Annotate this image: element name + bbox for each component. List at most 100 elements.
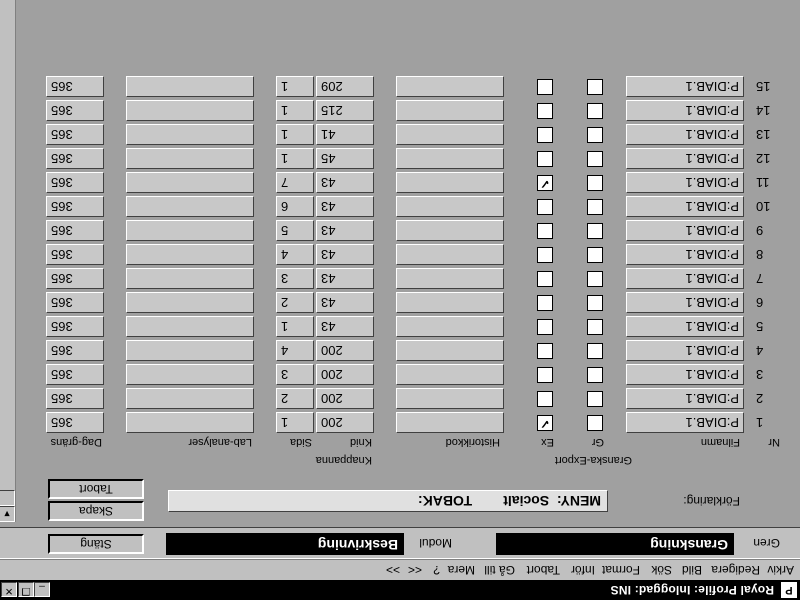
- gr-checkbox[interactable]: [587, 295, 603, 311]
- ex-checkbox-checked[interactable]: ✓: [537, 175, 553, 191]
- filnamn-cell[interactable]: P:DIAB.1: [626, 100, 744, 121]
- menu-ga-till[interactable]: Gå till: [484, 563, 515, 577]
- modul-field[interactable]: Beskrivning: [166, 533, 404, 555]
- lab-cell[interactable]: [126, 268, 254, 289]
- lab-cell[interactable]: [126, 388, 254, 409]
- lab-cell[interactable]: [126, 100, 254, 121]
- ex-checkbox[interactable]: [537, 343, 553, 359]
- filnamn-cell[interactable]: P:DIAB.1: [626, 172, 744, 193]
- sida-cell[interactable]: 2: [276, 388, 314, 409]
- gr-checkbox[interactable]: [587, 175, 603, 191]
- menu-help[interactable]: ?: [433, 563, 440, 577]
- historik-cell[interactable]: [396, 388, 504, 409]
- lab-cell[interactable]: [126, 292, 254, 313]
- sida-cell[interactable]: 1: [276, 100, 314, 121]
- sida-cell[interactable]: 4: [276, 244, 314, 265]
- menu-tabort[interactable]: Tabort: [527, 563, 560, 577]
- historik-cell[interactable]: [396, 340, 504, 361]
- gr-checkbox[interactable]: [587, 319, 603, 335]
- gr-checkbox[interactable]: [587, 127, 603, 143]
- lab-cell[interactable]: [126, 148, 254, 169]
- menu-next[interactable]: >>: [386, 563, 400, 577]
- gren-field[interactable]: Granskning: [496, 533, 734, 555]
- gr-checkbox[interactable]: [587, 223, 603, 239]
- knid-cell[interactable]: 43: [316, 268, 374, 289]
- menu-redigera[interactable]: Redigera: [711, 563, 760, 577]
- menu-infor[interactable]: Inför: [571, 563, 595, 577]
- historik-cell[interactable]: [396, 220, 504, 241]
- historik-cell[interactable]: [396, 244, 504, 265]
- sida-cell[interactable]: 1: [276, 148, 314, 169]
- gr-checkbox[interactable]: [587, 415, 603, 431]
- filnamn-cell[interactable]: P:DIAB.1: [626, 76, 744, 97]
- sida-cell[interactable]: 2: [276, 292, 314, 313]
- filnamn-cell[interactable]: P:DIAB.1: [626, 388, 744, 409]
- knid-cell[interactable]: 200: [316, 340, 374, 361]
- ex-checkbox[interactable]: [537, 319, 553, 335]
- menu-mera[interactable]: Mera: [448, 563, 475, 577]
- sida-cell[interactable]: 5: [276, 220, 314, 241]
- lab-cell[interactable]: [126, 220, 254, 241]
- skapa-button[interactable]: Skapa: [48, 501, 144, 521]
- knid-cell[interactable]: 43: [316, 244, 374, 265]
- gr-checkbox[interactable]: [587, 343, 603, 359]
- dag-cell[interactable]: 365: [46, 124, 104, 145]
- knid-cell[interactable]: 43: [316, 196, 374, 217]
- historik-cell[interactable]: [396, 364, 504, 385]
- lab-cell[interactable]: [126, 340, 254, 361]
- historik-cell[interactable]: [396, 412, 504, 433]
- dag-cell[interactable]: 365: [46, 364, 104, 385]
- knid-cell[interactable]: 43: [316, 220, 374, 241]
- menu-sok[interactable]: Sök: [651, 563, 672, 577]
- menu-arkiv[interactable]: Arkiv: [767, 563, 794, 577]
- historik-cell[interactable]: [396, 316, 504, 337]
- minimize-icon[interactable]: _: [34, 582, 50, 597]
- historik-cell[interactable]: [396, 124, 504, 145]
- sida-cell[interactable]: 1: [276, 76, 314, 97]
- lab-cell[interactable]: [126, 316, 254, 337]
- historik-cell[interactable]: [396, 196, 504, 217]
- dag-cell[interactable]: 365: [46, 292, 104, 313]
- dag-cell[interactable]: 365: [46, 76, 104, 97]
- ex-checkbox[interactable]: [537, 223, 553, 239]
- dag-cell[interactable]: 365: [46, 148, 104, 169]
- historik-cell[interactable]: [396, 100, 504, 121]
- gr-checkbox[interactable]: [587, 103, 603, 119]
- menu-bild[interactable]: Bild: [682, 563, 702, 577]
- lab-cell[interactable]: [126, 172, 254, 193]
- knid-cell[interactable]: 200: [316, 412, 374, 433]
- sida-cell[interactable]: 3: [276, 364, 314, 385]
- gr-checkbox[interactable]: [587, 367, 603, 383]
- vertical-scrollbar[interactable]: ▼: [0, 0, 16, 522]
- dag-cell[interactable]: 365: [46, 220, 104, 241]
- filnamn-cell[interactable]: P:DIAB.1: [626, 148, 744, 169]
- ex-checkbox[interactable]: [537, 199, 553, 215]
- sida-cell[interactable]: 1: [276, 124, 314, 145]
- filnamn-cell[interactable]: P:DIAB.1: [626, 292, 744, 313]
- ex-checkbox[interactable]: [537, 391, 553, 407]
- restore-icon[interactable]: ❐: [18, 582, 34, 597]
- lab-cell[interactable]: [126, 244, 254, 265]
- knid-cell[interactable]: 45: [316, 148, 374, 169]
- historik-cell[interactable]: [396, 76, 504, 97]
- filnamn-cell[interactable]: P:DIAB.1: [626, 268, 744, 289]
- scroll-thumb[interactable]: [0, 490, 15, 506]
- knid-cell[interactable]: 43: [316, 292, 374, 313]
- ex-checkbox[interactable]: [537, 247, 553, 263]
- gr-checkbox[interactable]: [587, 151, 603, 167]
- lab-cell[interactable]: [126, 76, 254, 97]
- filnamn-cell[interactable]: P:DIAB.1: [626, 340, 744, 361]
- menu-format[interactable]: Format: [602, 563, 640, 577]
- ex-checkbox[interactable]: [537, 151, 553, 167]
- ex-checkbox[interactable]: [537, 79, 553, 95]
- knid-cell[interactable]: 200: [316, 364, 374, 385]
- dag-cell[interactable]: 365: [46, 316, 104, 337]
- sida-cell[interactable]: 1: [276, 316, 314, 337]
- dag-cell[interactable]: 365: [46, 196, 104, 217]
- ex-checkbox[interactable]: [537, 367, 553, 383]
- ex-checkbox[interactable]: [537, 271, 553, 287]
- tabort-button[interactable]: Tabort: [48, 479, 144, 499]
- sida-cell[interactable]: 4: [276, 340, 314, 361]
- filnamn-cell[interactable]: P:DIAB.1: [626, 220, 744, 241]
- gr-checkbox[interactable]: [587, 247, 603, 263]
